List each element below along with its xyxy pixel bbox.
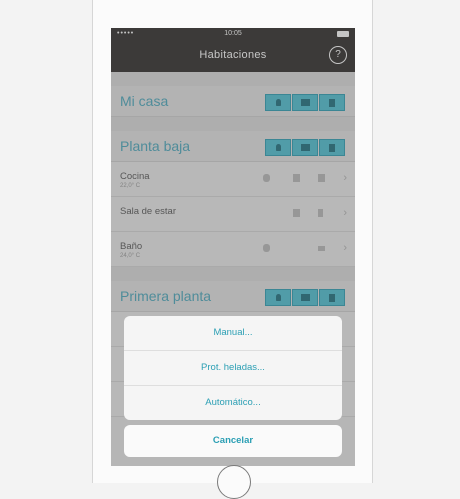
action-sheet: Manual... Prot. heladas... Automático... xyxy=(124,316,342,420)
option-automatic[interactable]: Automático... xyxy=(124,386,342,420)
home-button[interactable] xyxy=(217,465,251,499)
option-manual[interactable]: Manual... xyxy=(124,316,342,351)
app-screen: ••••• 10:05 Habitaciones ? Mi casa Plant… xyxy=(111,28,355,466)
option-frost-protection[interactable]: Prot. heladas... xyxy=(124,351,342,386)
cancel-button[interactable]: Cancelar xyxy=(124,425,342,457)
